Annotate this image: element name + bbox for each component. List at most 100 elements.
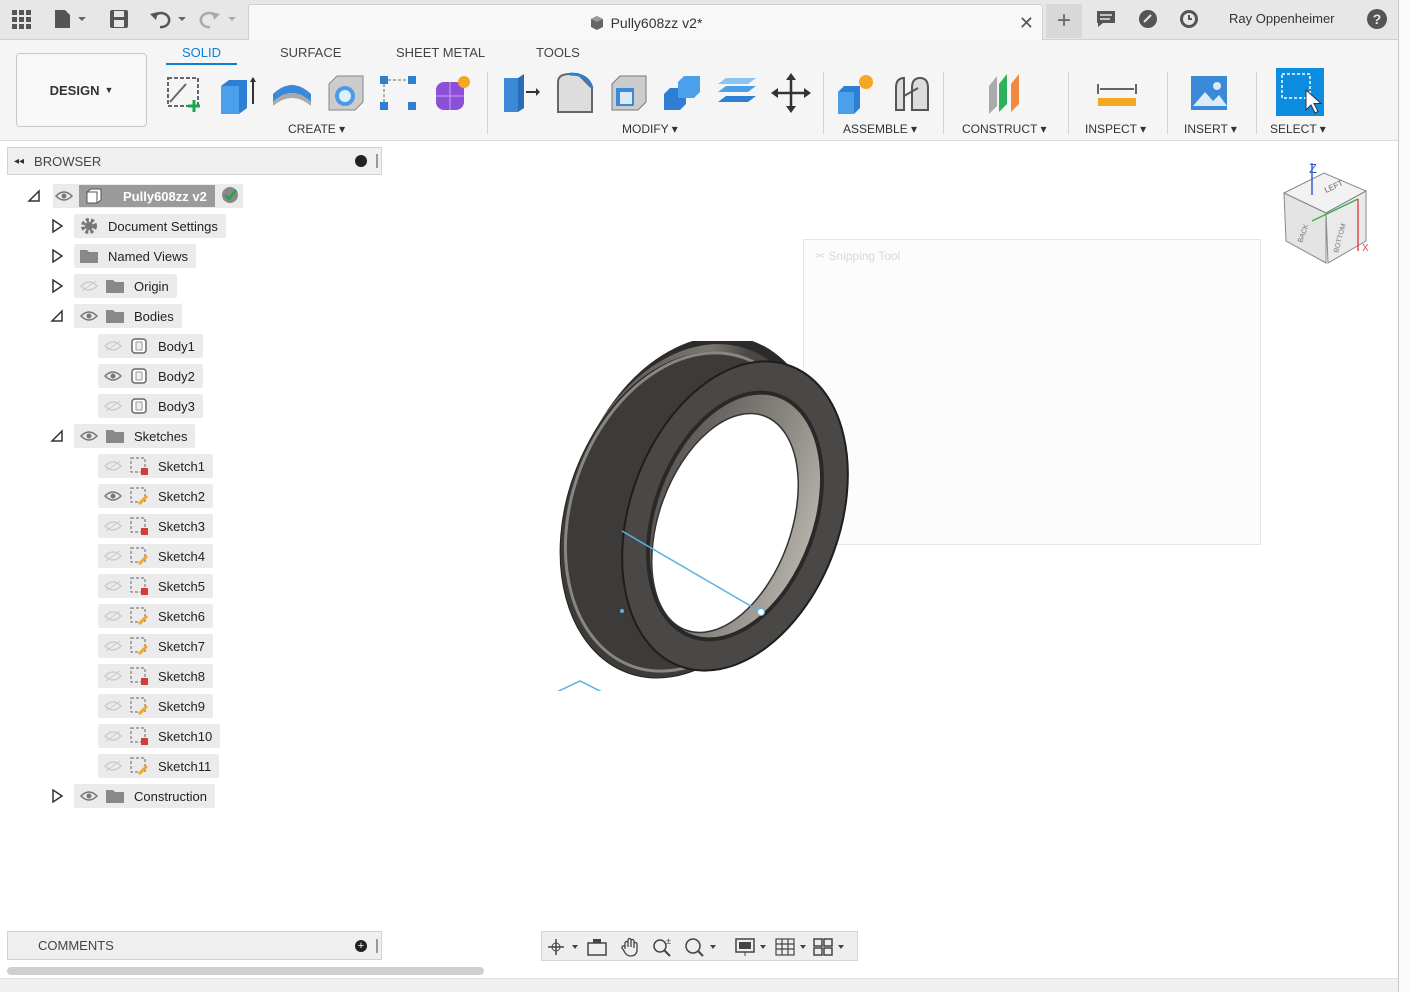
tree-sketch7[interactable]: Sketch7 <box>98 634 213 658</box>
fit-zoom-icon[interactable] <box>684 937 718 957</box>
grid-settings-icon[interactable] <box>774 937 808 957</box>
tree-sketch10[interactable]: Sketch10 <box>98 724 221 748</box>
tree-sketch6[interactable]: Sketch6 <box>98 604 213 628</box>
expanded-triangle-icon[interactable] <box>27 189 41 203</box>
hidden-eye-icon[interactable] <box>102 608 124 624</box>
construct-menu[interactable]: CONSTRUCT ▾ <box>962 122 1046 136</box>
modify-menu[interactable]: MODIFY ▾ <box>622 122 678 136</box>
pattern-icon[interactable] <box>378 72 420 114</box>
tree-named-views[interactable]: Named Views <box>50 244 196 268</box>
display-settings-icon[interactable] <box>734 937 768 957</box>
horizontal-scrollbar[interactable] <box>7 967 484 975</box>
collapsed-triangle-icon[interactable] <box>50 249 64 263</box>
shell-icon[interactable] <box>608 72 650 114</box>
hidden-eye-icon[interactable] <box>102 728 124 744</box>
tree-sketch9[interactable]: Sketch9 <box>98 694 213 718</box>
timeline-bar[interactable] <box>0 978 1409 992</box>
visibility-eye-icon[interactable] <box>53 188 75 204</box>
visibility-eye-icon[interactable] <box>78 308 100 324</box>
workspace-switcher[interactable]: DESIGN ▼ <box>16 53 147 127</box>
inspect-menu[interactable]: INSPECT ▾ <box>1085 122 1146 136</box>
hidden-eye-icon[interactable] <box>102 698 124 714</box>
jobs-icon[interactable] <box>1137 8 1159 30</box>
hidden-eye-icon[interactable] <box>102 578 124 594</box>
offset-face-icon[interactable] <box>716 72 758 114</box>
tree-sketch1[interactable]: Sketch1 <box>98 454 213 478</box>
hole-icon[interactable] <box>325 72 367 114</box>
tree-body3[interactable]: Body3 <box>98 394 203 418</box>
expanded-triangle-icon[interactable] <box>50 429 64 443</box>
fillet-icon[interactable] <box>554 72 596 114</box>
collapse-panel-icon[interactable]: ◂◂ <box>14 156 24 167</box>
tab-solid[interactable]: SOLID <box>166 45 238 65</box>
offset-plane-icon[interactable] <box>985 72 1027 114</box>
collapsed-triangle-icon[interactable] <box>50 279 64 293</box>
save-icon[interactable] <box>108 8 130 30</box>
tree-sketch2[interactable]: Sketch2 <box>98 484 213 508</box>
tree-sketch8[interactable]: Sketch8 <box>98 664 213 688</box>
revolve-icon[interactable] <box>271 72 313 114</box>
create-sketch-icon[interactable] <box>164 72 206 114</box>
hidden-eye-icon[interactable] <box>102 758 124 774</box>
tree-sketch11[interactable]: Sketch11 <box>98 754 220 778</box>
undo-icon[interactable] <box>148 8 190 30</box>
press-pull-icon[interactable] <box>500 72 542 114</box>
combine-icon[interactable] <box>662 72 704 114</box>
tree-bodies[interactable]: Bodies <box>50 304 182 328</box>
file-menu-icon[interactable] <box>52 8 88 30</box>
document-tab[interactable]: Pully608zz v2* ✕ <box>248 4 1043 40</box>
comments-panel[interactable]: COMMENTS + <box>7 931 382 960</box>
tree-sketch3[interactable]: Sketch3 <box>98 514 213 538</box>
insert-image-icon[interactable] <box>1189 72 1231 114</box>
assemble-menu[interactable]: ASSEMBLE ▾ <box>843 122 917 136</box>
tree-sketch5[interactable]: Sketch5 <box>98 574 213 598</box>
collapsed-triangle-icon[interactable] <box>50 219 64 233</box>
tree-root[interactable]: Pully608zz v2 <box>27 184 243 208</box>
create-menu[interactable]: CREATE ▾ <box>288 122 345 136</box>
expanded-triangle-icon[interactable] <box>50 309 64 323</box>
visibility-eye-icon[interactable] <box>102 488 124 504</box>
new-tab-button[interactable]: + <box>1046 4 1082 38</box>
zoom-icon[interactable]: ± <box>652 937 674 957</box>
pan-hand-icon[interactable] <box>620 937 642 957</box>
history-clock-icon[interactable] <box>1178 8 1200 30</box>
insert-menu[interactable]: INSERT ▾ <box>1184 122 1237 136</box>
new-component-icon[interactable] <box>836 72 878 114</box>
tree-origin[interactable]: Origin <box>50 274 177 298</box>
hidden-eye-icon[interactable] <box>102 458 124 474</box>
look-at-icon[interactable] <box>586 937 608 957</box>
visibility-eye-icon[interactable] <box>102 368 124 384</box>
add-comment-icon[interactable]: + <box>355 940 367 952</box>
visibility-eye-icon[interactable] <box>78 428 100 444</box>
joint-icon[interactable] <box>890 72 932 114</box>
visibility-eye-icon[interactable] <box>78 788 100 804</box>
comments-icon[interactable] <box>1095 8 1117 30</box>
user-name[interactable]: Ray Oppenheimer <box>1229 11 1335 26</box>
tree-sketch4[interactable]: Sketch4 <box>98 544 213 568</box>
panel-grip-icon[interactable] <box>376 154 378 168</box>
hidden-eye-icon[interactable] <box>102 548 124 564</box>
extrude-icon[interactable] <box>217 72 259 114</box>
tree-construction[interactable]: Construction <box>50 784 215 808</box>
browser-header[interactable]: ◂◂ BROWSER <box>7 147 382 175</box>
tab-surface[interactable]: SURFACE <box>280 45 341 60</box>
hidden-eye-icon[interactable] <box>102 398 124 414</box>
orbit-icon[interactable] <box>546 937 580 957</box>
tree-document-settings[interactable]: Document Settings <box>50 214 226 238</box>
close-tab-icon[interactable]: ✕ <box>1019 13 1034 34</box>
move-copy-icon[interactable] <box>770 72 812 114</box>
tree-body1[interactable]: Body1 <box>98 334 203 358</box>
viewports-icon[interactable] <box>812 937 846 957</box>
hidden-eye-icon[interactable] <box>102 338 124 354</box>
hidden-eye-icon[interactable] <box>102 668 124 684</box>
pulley-model[interactable] <box>530 341 860 691</box>
redo-icon[interactable] <box>198 8 240 30</box>
minimize-icon[interactable] <box>355 155 367 167</box>
tab-tools[interactable]: TOOLS <box>536 45 580 60</box>
hidden-eye-icon[interactable] <box>102 518 124 534</box>
tree-sketches[interactable]: Sketches <box>50 424 196 448</box>
create-form-icon[interactable] <box>432 72 474 114</box>
help-icon[interactable]: ? <box>1366 8 1388 30</box>
viewcube-icon[interactable]: Z X LEFT BACK BOTTOM <box>1276 159 1376 271</box>
tree-body2[interactable]: Body2 <box>98 364 203 388</box>
